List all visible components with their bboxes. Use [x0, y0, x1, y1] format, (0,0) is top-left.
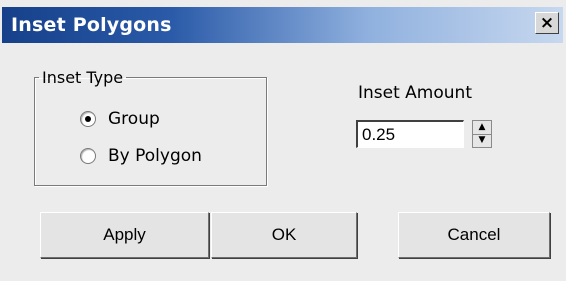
radio-by-polygon-option[interactable]: By Polygon — [80, 146, 202, 166]
spinner-up-button[interactable]: ▲ — [473, 121, 491, 135]
title-bar[interactable]: Inset Polygons × — [2, 7, 563, 43]
radio-button-group[interactable] — [80, 111, 96, 127]
inset-polygons-dialog: Inset Polygons × Inset Type Group By Pol… — [0, 0, 566, 281]
dialog-title: Inset Polygons — [11, 14, 172, 36]
cancel-button[interactable]: Cancel — [398, 212, 550, 258]
inset-type-legend: Inset Type — [42, 68, 124, 87]
close-button[interactable]: × — [535, 12, 559, 34]
radio-label-group: Group — [108, 109, 160, 129]
inset-amount-spinner[interactable]: ▲ ▼ — [472, 120, 492, 148]
radio-group-option[interactable]: Group — [80, 109, 160, 129]
radio-label-by-polygon: By Polygon — [108, 146, 202, 166]
apply-button[interactable]: Apply — [40, 212, 209, 258]
close-icon: × — [539, 12, 555, 33]
inset-amount-input[interactable] — [356, 120, 464, 148]
dialog-body: Inset Type Group By Polygon Inset Amount… — [2, 43, 563, 281]
radio-button-by-polygon[interactable] — [80, 148, 96, 164]
ok-button[interactable]: OK — [211, 212, 357, 258]
inset-amount-label: Inset Amount — [358, 83, 472, 103]
arrow-up-icon: ▲ — [478, 122, 486, 132]
arrow-down-icon: ▼ — [478, 135, 486, 145]
spinner-down-button[interactable]: ▼ — [473, 134, 491, 147]
